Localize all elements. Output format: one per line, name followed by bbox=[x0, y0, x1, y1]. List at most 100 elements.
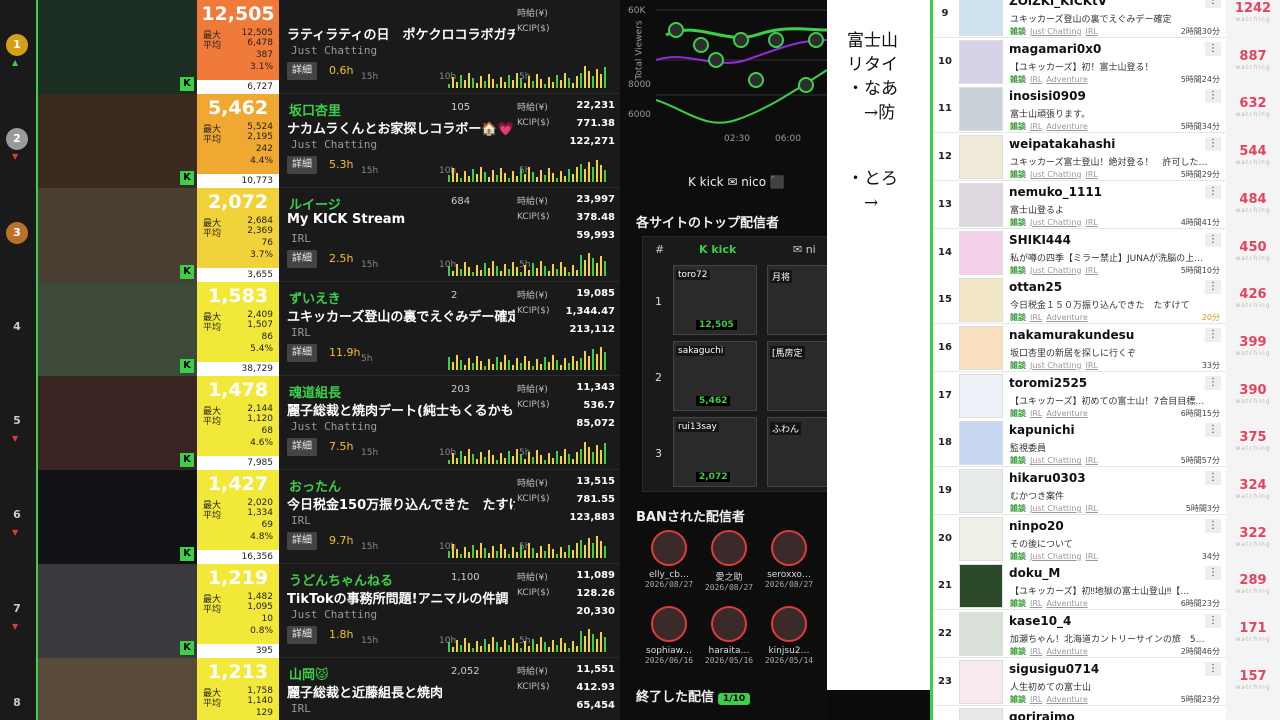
list-item[interactable]: 13 nemuko_1111 富士山登るよ 雑談 Just Chatting IRL 4時間… bbox=[933, 180, 1280, 229]
ranking-row[interactable]: 3 K 2,072 最大 2,684 平均 2,369 76 3.7% 3,655 ルイージ 684 M… bbox=[0, 188, 620, 282]
avatar[interactable] bbox=[959, 230, 1003, 275]
tag[interactable]: Just Chatting bbox=[1030, 552, 1081, 561]
stream-thumbnail[interactable]: K bbox=[36, 658, 197, 720]
username[interactable]: inosisi0909 bbox=[1009, 89, 1086, 103]
streamer-name[interactable]: うどんちゃんねる bbox=[289, 570, 393, 589]
tag[interactable]: IRL bbox=[1085, 218, 1097, 227]
username[interactable]: ottan25 bbox=[1009, 280, 1062, 294]
tag[interactable]: 雑談 bbox=[1010, 552, 1026, 561]
username[interactable]: SHIKI444 bbox=[1009, 233, 1071, 247]
detail-button[interactable]: 詳細 bbox=[287, 438, 317, 456]
detail-button[interactable]: 詳細 bbox=[287, 250, 317, 268]
detail-button[interactable]: 詳細 bbox=[287, 626, 317, 644]
more-menu-icon[interactable]: ⋮ bbox=[1205, 184, 1221, 199]
list-item[interactable]: 15 ottan25 今日税金１５０万振り込んできた たすけて 雑談 IRL Advent… bbox=[933, 276, 1280, 325]
tag[interactable]: IRL bbox=[1030, 599, 1042, 608]
col-header-kick[interactable]: K kick bbox=[699, 237, 736, 263]
more-menu-icon[interactable]: ⋮ bbox=[1205, 327, 1221, 342]
stream-thumbnail[interactable]: K bbox=[36, 564, 197, 658]
list-item[interactable]: 22 kase10_4 加瀬ちゃん！北海道カントリーサインの旅 5… 雑談 IRL Adv… bbox=[933, 610, 1280, 659]
tag[interactable]: 雑談 bbox=[1010, 27, 1026, 36]
avatar[interactable] bbox=[959, 564, 1003, 609]
stream-category[interactable]: IRL bbox=[291, 232, 311, 245]
tag[interactable]: Just Chatting bbox=[1030, 266, 1081, 275]
detail-button[interactable]: 詳細 bbox=[287, 156, 317, 174]
list-item[interactable]: 10 magamari0x0 【ユキッカーズ】初！富士山登る！ 雑談 IRL Advent… bbox=[933, 37, 1280, 86]
tag[interactable]: IRL bbox=[1085, 504, 1097, 513]
banned-streamer[interactable]: elly_cb… 2026/08/27 bbox=[640, 530, 698, 589]
tag[interactable]: IRL bbox=[1030, 695, 1042, 704]
top-nico-card[interactable]: ふわん bbox=[767, 417, 827, 487]
tag[interactable]: Adventure bbox=[1046, 647, 1087, 656]
more-menu-icon[interactable]: ⋮ bbox=[1205, 566, 1221, 581]
banned-streamer[interactable]: sophiaw… 2026/06/16 bbox=[640, 606, 698, 665]
detail-button[interactable]: 詳細 bbox=[287, 532, 317, 550]
username[interactable]: kapunichi bbox=[1009, 423, 1075, 437]
col-header-nico[interactable]: ✉ ni bbox=[793, 237, 816, 263]
ranking-row[interactable]: 7 ▼ K 1,219 最大 1,482 平均 1,095 10 0.8% 395 うどんちゃんねる 1… bbox=[0, 564, 620, 658]
more-menu-icon[interactable]: ⋮ bbox=[1205, 0, 1221, 8]
list-item[interactable]: 12 weipatakahashi ユキッカーズ富士登山！絶対登る！ 許可した… 雑談… bbox=[933, 133, 1280, 182]
more-menu-icon[interactable]: ⋮ bbox=[1205, 232, 1221, 247]
stream-thumbnail[interactable]: K bbox=[36, 376, 197, 470]
stream-thumbnail[interactable]: K bbox=[36, 470, 197, 564]
avatar[interactable] bbox=[959, 373, 1003, 418]
username[interactable]: kase10_4 bbox=[1009, 614, 1071, 628]
top-kick-card[interactable]: sakaguchi 5,462 bbox=[673, 341, 757, 411]
tag[interactable]: IRL bbox=[1030, 647, 1042, 656]
tag[interactable]: Just Chatting bbox=[1030, 504, 1081, 513]
list-item[interactable]: 11 inosisi0909 富士山頑張ります。 雑談 IRL Adventure 5時間3… bbox=[933, 85, 1280, 134]
stream-category[interactable]: IRL bbox=[291, 326, 311, 339]
banned-streamer[interactable]: 愛之助 2026/08/27 bbox=[700, 530, 758, 592]
more-menu-icon[interactable]: ⋮ bbox=[1205, 375, 1221, 390]
top-kick-card[interactable]: toro72 12,505 bbox=[673, 265, 757, 335]
username[interactable]: magamari0x0 bbox=[1009, 42, 1101, 56]
tag[interactable]: 雑談 bbox=[1010, 122, 1026, 131]
more-menu-icon[interactable]: ⋮ bbox=[1205, 89, 1221, 104]
tag[interactable]: Just Chatting bbox=[1030, 456, 1081, 465]
avatar[interactable] bbox=[959, 325, 1003, 370]
ranking-row[interactable]: 8 K1,213最大1,758平均1,140129 山岡😾 2,052 麗子総裁と近藤組… bbox=[0, 658, 620, 720]
ranking-row[interactable]: 4 K 1,583 最大 2,409 平均 1,507 86 5.4% 38,729 ずいえき 2 ユキ… bbox=[0, 282, 620, 376]
avatar[interactable] bbox=[959, 659, 1003, 704]
tag[interactable]: 雑談 bbox=[1010, 266, 1026, 275]
avatar[interactable] bbox=[959, 0, 1003, 36]
ranking-row[interactable]: 6 ▼ K 1,427 最大 2,020 平均 1,334 69 4.8% 16,356 おったん 今日… bbox=[0, 470, 620, 564]
banned-streamer[interactable]: kinjsu2… 2026/05/14 bbox=[760, 606, 818, 665]
stream-category[interactable]: Just Chatting bbox=[291, 420, 377, 433]
list-item[interactable]: 17 toromi2525 【ユキッカーズ】初めての富士山！7合目目標… 雑談 IRL A… bbox=[933, 371, 1280, 420]
tag[interactable]: IRL bbox=[1085, 170, 1097, 179]
stream-category[interactable]: Just Chatting bbox=[291, 138, 377, 151]
top-kick-card[interactable]: rui13say 2,072 bbox=[673, 417, 757, 487]
top-nico-card[interactable]: 月将 bbox=[767, 265, 827, 335]
more-menu-icon[interactable]: ⋮ bbox=[1205, 661, 1221, 676]
banned-streamer[interactable]: seroxxo… 2026/08/27 bbox=[760, 530, 818, 589]
tag[interactable]: IRL bbox=[1085, 27, 1097, 36]
tag[interactable]: 雑談 bbox=[1010, 361, 1026, 370]
stream-thumbnail[interactable]: K bbox=[36, 282, 197, 376]
detail-button[interactable]: 詳細 bbox=[287, 62, 317, 80]
username[interactable]: nakamurakundesu bbox=[1009, 328, 1134, 342]
tag[interactable]: IRL bbox=[1030, 409, 1042, 418]
list-item[interactable]: 14 SHIKI444 私が噂の四季【ミラー禁止】JUNAが洗脳の上… 雑談 Just … bbox=[933, 228, 1280, 277]
tag[interactable]: Just Chatting bbox=[1030, 361, 1081, 370]
tag[interactable]: Just Chatting bbox=[1030, 170, 1081, 179]
tag[interactable]: 雑談 bbox=[1010, 218, 1026, 227]
stream-category[interactable]: IRL bbox=[291, 514, 311, 527]
list-item[interactable]: 16 nakamurakundesu 坂口杏里の新居を探しに行くぞ 雑談 Just Ch… bbox=[933, 323, 1280, 372]
streamer-name[interactable]: 坂口杏里 bbox=[289, 100, 341, 119]
tag[interactable]: IRL bbox=[1030, 122, 1042, 131]
avatar[interactable] bbox=[959, 707, 1003, 720]
top-nico-card[interactable]: [馬房定 bbox=[767, 341, 827, 411]
tag[interactable]: 雑談 bbox=[1010, 409, 1026, 418]
tag[interactable]: 雑談 bbox=[1010, 599, 1026, 608]
stream-thumbnail[interactable]: K bbox=[36, 94, 197, 188]
tag[interactable]: Just Chatting bbox=[1030, 27, 1081, 36]
username[interactable]: doku_M bbox=[1009, 566, 1060, 580]
tag[interactable]: Just Chatting bbox=[1030, 218, 1081, 227]
more-menu-icon[interactable]: ⋮ bbox=[1205, 280, 1221, 295]
username[interactable]: nemuko_1111 bbox=[1009, 185, 1102, 199]
banned-streamer[interactable]: haraita… 2026/05/16 bbox=[700, 606, 758, 665]
more-menu-icon[interactable]: ⋮ bbox=[1205, 471, 1221, 485]
stream-thumbnail[interactable]: K bbox=[36, 0, 197, 94]
